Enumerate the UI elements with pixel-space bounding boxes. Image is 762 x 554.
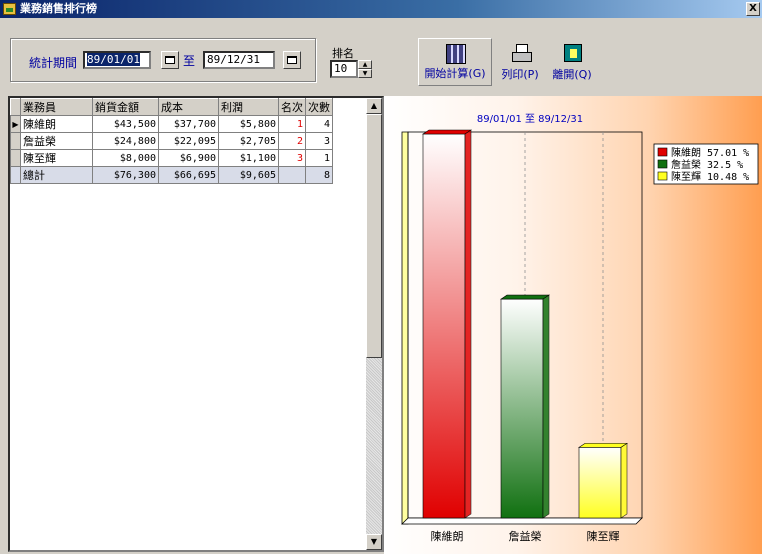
date-to-input[interactable]: 89/12/31: [203, 51, 275, 69]
plot-left-wall: [401, 131, 409, 525]
column-header[interactable]: 利潤: [218, 98, 279, 116]
bar-side: [620, 442, 628, 519]
cell-sales[interactable]: $76,300: [92, 166, 159, 184]
close-icon[interactable]: X: [746, 2, 760, 16]
app-icon: [3, 3, 16, 15]
date-from-input[interactable]: 89/01/01: [83, 51, 151, 69]
row-indicator: [10, 132, 21, 150]
table-row[interactable]: 詹益榮 $24,800 $22,095 $2,705 2 3: [10, 132, 333, 150]
legend-swatch: [657, 171, 668, 181]
legend-label: 陳維朗 57.01 %: [671, 146, 749, 159]
scroll-thumb[interactable]: [366, 114, 382, 358]
bar-top: [422, 129, 472, 135]
column-header[interactable]: 名次: [278, 98, 306, 116]
start-calc-button[interactable]: 開始計算(G): [418, 38, 492, 86]
legend-label: 陳至輝 10.48 %: [671, 171, 749, 183]
cell-cost[interactable]: $66,695: [158, 166, 219, 184]
rank-label: 排名: [332, 47, 354, 60]
cell-profit[interactable]: $1,100: [218, 149, 279, 167]
window-title: 業務銷售排行榜: [20, 2, 97, 15]
cell-salesperson[interactable]: 陳至輝: [20, 149, 93, 167]
cell-count[interactable]: 4: [305, 115, 333, 133]
bar-top: [578, 443, 628, 448]
cell-count[interactable]: 1: [305, 149, 333, 167]
cell-count[interactable]: 8: [305, 166, 333, 184]
chart-panel: 89/01/01 至 89/12/31 陳維朗 詹益榮 陳至輝 陳維朗 57.01 % 詹…: [384, 96, 762, 554]
rank-input[interactable]: 10: [330, 60, 358, 78]
print-button[interactable]: 列印(P): [496, 38, 544, 86]
rank-spinner[interactable]: ▲ ▼: [358, 60, 372, 78]
to-label: 至: [183, 54, 196, 68]
cell-salesperson[interactable]: 總計: [20, 166, 93, 184]
cell-rank[interactable]: 2: [278, 132, 306, 150]
toolbar: 統計期間 89/01/01 至 89/12/31 排名 10 ▲ ▼ 開始計算(…: [0, 18, 762, 94]
bar-side: [542, 294, 550, 519]
x-tick-label: 詹益榮: [509, 529, 542, 543]
title-bar: 業務銷售排行榜 X: [0, 0, 762, 18]
period-label: 統計期間: [29, 56, 78, 70]
legend-label: 詹益榮 32.5 %: [671, 158, 743, 171]
scroll-down-icon[interactable]: ▼: [366, 534, 382, 550]
spin-up-icon[interactable]: ▲: [358, 60, 372, 69]
legend-swatch: [657, 159, 668, 169]
plot-floor: [401, 517, 643, 525]
scroll-up-icon[interactable]: ▲: [366, 98, 382, 114]
grid-vertical-scrollbar[interactable]: ▲ ▼: [366, 98, 382, 550]
spin-down-icon[interactable]: ▼: [358, 69, 372, 78]
cell-cost[interactable]: $22,095: [158, 132, 219, 150]
cell-cost[interactable]: $37,700: [158, 115, 219, 133]
column-header[interactable]: 業務員: [20, 98, 93, 116]
cell-profit[interactable]: $5,800: [218, 115, 279, 133]
cell-rank[interactable]: [278, 166, 306, 184]
calendar-icon: [165, 56, 175, 64]
row-indicator: [10, 149, 21, 167]
exit-button[interactable]: 離開(Q): [548, 38, 596, 86]
calendar-icon: [287, 56, 297, 64]
cell-rank[interactable]: 3: [278, 149, 306, 167]
table-row[interactable]: ▶ 陳維朗 $43,500 $37,700 $5,800 1 4: [10, 115, 333, 133]
x-tick-label: 陳至輝: [587, 530, 620, 543]
legend-swatch: [657, 147, 668, 157]
table-total-row[interactable]: 總計 $76,300 $66,695 $9,605 8: [10, 166, 333, 184]
table-header-row: 業務員 銷貨金額 成本 利潤 名次 次數: [10, 98, 333, 116]
bar: [578, 447, 622, 519]
cell-sales[interactable]: $43,500: [92, 115, 159, 133]
current-row-pointer-icon: ▶: [10, 115, 21, 133]
row-indicator: [10, 166, 21, 184]
sales-grid: 業務員 銷貨金額 成本 利潤 名次 次數 ▶ 陳維朗 $43,500 $37,7…: [8, 96, 384, 552]
bar-top: [500, 294, 550, 300]
exit-label: 離開(Q): [552, 68, 592, 81]
exit-door-icon: [564, 44, 582, 62]
cell-cost[interactable]: $6,900: [158, 149, 219, 167]
printer-icon: [512, 44, 532, 62]
table-row[interactable]: 陳至輝 $8,000 $6,900 $1,100 3 1: [10, 149, 333, 167]
print-label: 列印(P): [501, 68, 539, 81]
column-header[interactable]: 成本: [158, 98, 219, 116]
cell-salesperson[interactable]: 陳維朗: [20, 115, 93, 133]
chart-title: 89/01/01 至 89/12/31: [477, 113, 583, 125]
cell-profit[interactable]: $2,705: [218, 132, 279, 150]
row-indicator-header: [10, 98, 21, 116]
cell-sales[interactable]: $24,800: [92, 132, 159, 150]
x-tick-label: 陳維朗: [431, 530, 464, 543]
cell-rank[interactable]: 1: [278, 115, 306, 133]
date-to-value: 89/12/31: [207, 53, 260, 66]
bar: [500, 298, 544, 519]
column-header[interactable]: 次數: [305, 98, 333, 116]
start-calc-label: 開始計算(G): [424, 67, 486, 80]
cell-sales[interactable]: $8,000: [92, 149, 159, 167]
bar: [422, 133, 466, 519]
date-to-calendar-button[interactable]: [283, 51, 301, 69]
cell-count[interactable]: 3: [305, 132, 333, 150]
sales-table: 業務員 銷貨金額 成本 利潤 名次 次數 ▶ 陳維朗 $43,500 $37,7…: [10, 98, 333, 184]
date-from-calendar-button[interactable]: [161, 51, 179, 69]
bar-side: [464, 129, 472, 519]
period-group: 統計期間 89/01/01 至 89/12/31: [10, 38, 316, 82]
calculator-icon: [446, 44, 466, 64]
cell-salesperson[interactable]: 詹益榮: [20, 132, 93, 150]
column-header[interactable]: 銷貨金額: [92, 98, 159, 116]
date-from-value: 89/01/01: [87, 53, 140, 66]
cell-profit[interactable]: $9,605: [218, 166, 279, 184]
sales-bar-chart: 89/01/01 至 89/12/31 陳維朗 詹益榮 陳至輝 陳維朗 57.01 %詹…: [401, 113, 759, 543]
